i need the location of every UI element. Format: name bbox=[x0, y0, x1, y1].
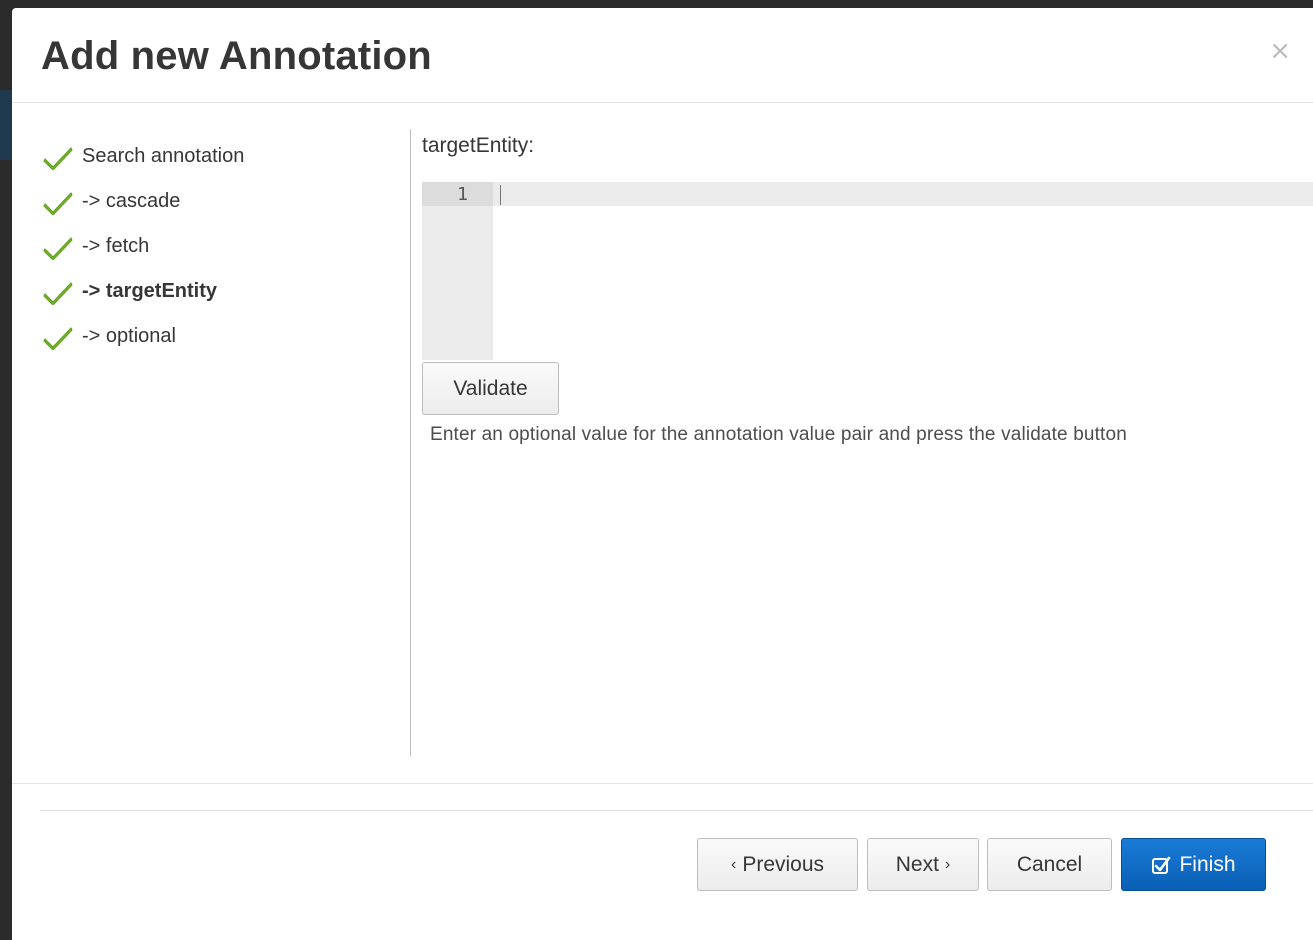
previous-button[interactable]: ‹ Previous bbox=[697, 838, 858, 891]
dialog-title: Add new Annotation bbox=[41, 34, 432, 78]
vertical-divider bbox=[410, 129, 411, 756]
step-label: -> optional bbox=[82, 325, 176, 347]
dialog-footer: ‹ Previous Next › Cancel Finish bbox=[12, 783, 1313, 940]
step-fetch[interactable]: -> fetch bbox=[42, 224, 402, 269]
check-icon bbox=[43, 146, 73, 170]
editor-gutter-active-line: 1 bbox=[422, 182, 493, 206]
check-icon bbox=[43, 191, 73, 215]
dialog-header: Add new Annotation × bbox=[12, 8, 1313, 103]
dialog-body: Search annotation -> cascade -> fetch ->… bbox=[12, 104, 1313, 784]
editor-active-line[interactable] bbox=[493, 182, 1313, 206]
step-search-annotation[interactable]: Search annotation bbox=[42, 134, 402, 179]
step-label: -> fetch bbox=[82, 235, 150, 257]
step-label: -> targetEntity bbox=[82, 280, 218, 302]
cancel-label: Cancel bbox=[1016, 852, 1083, 876]
add-annotation-dialog: Add new Annotation × Search annotation -… bbox=[12, 8, 1313, 940]
step-label: Search annotation bbox=[82, 145, 245, 167]
chevron-right-icon: › bbox=[944, 855, 951, 873]
check-icon bbox=[43, 236, 73, 260]
footer-divider bbox=[40, 810, 1313, 811]
finish-label: Finish bbox=[1179, 852, 1236, 876]
previous-label: Previous bbox=[742, 852, 825, 876]
code-editor[interactable]: 1 bbox=[420, 174, 1313, 360]
next-button[interactable]: Next › bbox=[867, 838, 979, 891]
field-label: targetEntity: bbox=[422, 134, 535, 157]
step-label: -> cascade bbox=[82, 190, 181, 212]
checkbox-check-icon bbox=[1152, 856, 1171, 874]
cancel-button[interactable]: Cancel bbox=[987, 838, 1112, 891]
check-icon bbox=[43, 281, 73, 305]
step-target-entity[interactable]: -> targetEntity bbox=[42, 269, 402, 314]
wizard-steps: Search annotation -> cascade -> fetch ->… bbox=[42, 134, 402, 359]
text-cursor bbox=[500, 185, 501, 205]
chevron-left-icon: ‹ bbox=[730, 855, 737, 873]
close-icon[interactable]: × bbox=[1269, 38, 1291, 64]
validate-button[interactable]: Validate bbox=[422, 362, 559, 415]
step-optional[interactable]: -> optional bbox=[42, 314, 402, 359]
line-number: 1 bbox=[457, 184, 468, 205]
backdrop-accent bbox=[0, 90, 12, 160]
next-label: Next bbox=[895, 852, 939, 876]
help-text: Enter an optional value for the annotati… bbox=[430, 424, 1127, 445]
step-cascade[interactable]: -> cascade bbox=[42, 179, 402, 224]
finish-button[interactable]: Finish bbox=[1121, 838, 1266, 891]
check-icon bbox=[43, 326, 73, 350]
editor-gutter bbox=[422, 182, 493, 360]
step-content: targetEntity: 1 Validate Enter an option… bbox=[420, 134, 1313, 445]
